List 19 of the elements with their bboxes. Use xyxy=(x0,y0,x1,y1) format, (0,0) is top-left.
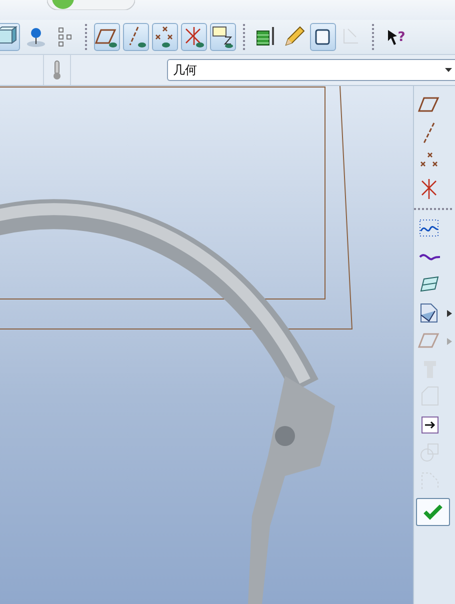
filter-value: 几何 xyxy=(173,62,197,78)
caret-icon xyxy=(445,68,452,72)
help-cursor-icon xyxy=(386,28,398,46)
annotation-icon xyxy=(211,25,235,49)
thermometer-icon xyxy=(53,60,61,80)
pencil-icon xyxy=(282,25,306,49)
toolbar-button[interactable] xyxy=(0,23,20,51)
toolbar-button[interactable] xyxy=(181,23,207,51)
toolbar-button[interactable] xyxy=(94,23,120,51)
flyout-arrow-icon[interactable] xyxy=(447,310,452,316)
confirm-button[interactable] xyxy=(416,498,450,526)
toolbar-button[interactable] xyxy=(152,23,178,51)
toolbar-button[interactable]: ? xyxy=(381,23,411,51)
toolbar-button[interactable] xyxy=(210,23,236,51)
toolbar-button[interactable] xyxy=(310,23,336,51)
filter-dropdown[interactable]: 几何 xyxy=(167,59,455,81)
curve-icon xyxy=(419,252,441,262)
pin-icon xyxy=(24,25,48,49)
status-pill-icon xyxy=(47,0,135,10)
